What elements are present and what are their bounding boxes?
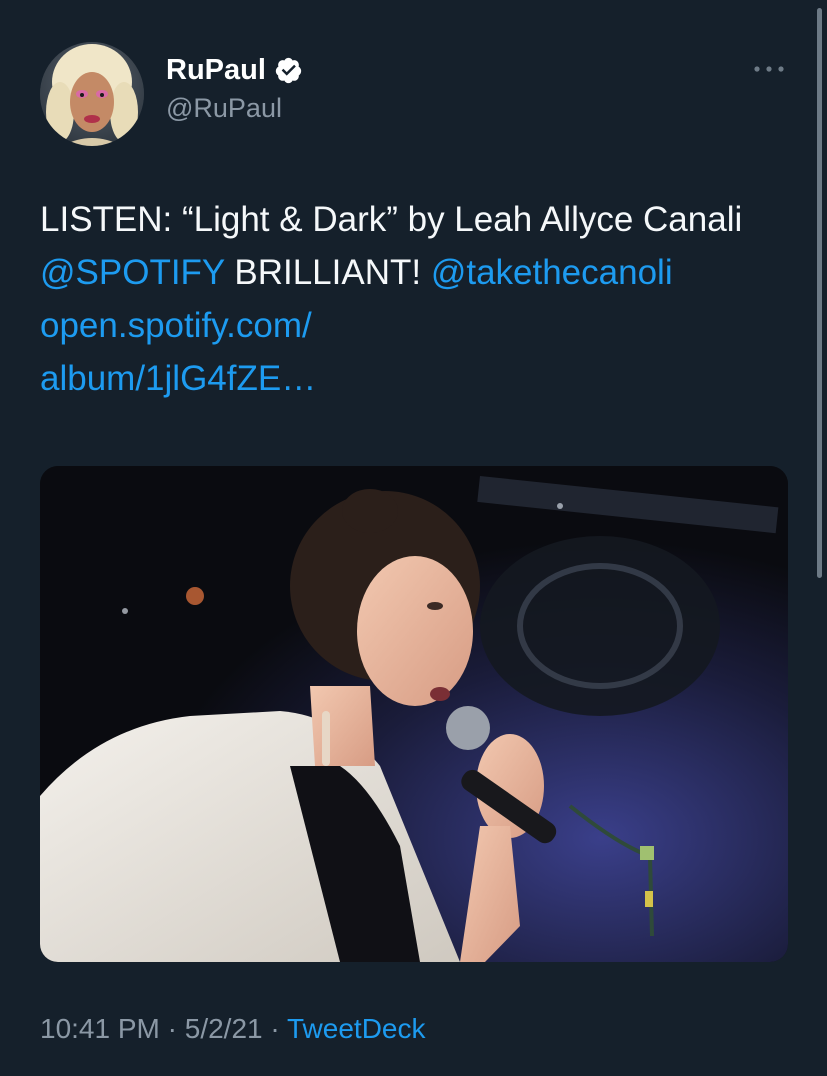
scrollbar-thumb[interactable] [817,8,822,578]
tweet-date[interactable]: 5/2/21 [185,1013,263,1044]
tweet-card: RuPaul @RuPaul LISTEN: “Light & Dark” by… [0,0,827,1076]
meta-separator-2: · [262,1013,287,1044]
author-display-name[interactable]: RuPaul [166,53,303,87]
tweet-text: LISTEN: “Light & Dark” by Leah Allyce Ca… [40,193,810,405]
meta-separator: · [159,1013,185,1044]
display-name-text[interactable]: RuPaul [166,53,266,87]
more-horizontal-icon [754,66,784,72]
spotify-album-link[interactable]: open.spotify.com/ album/1jlG4fZE… [40,306,316,398]
tweet-meta: 10:41 PM · 5/2/21 · TweetDeck [40,1011,426,1047]
tweet-source-link[interactable]: TweetDeck [287,1013,426,1044]
tweet-text-part2: BRILLIANT! [224,253,431,292]
mention-spotify-link[interactable]: @SPOTIFY [40,253,225,292]
verified-badge-icon [274,56,303,85]
more-options-button[interactable] [744,54,794,84]
tweet-photo[interactable] [40,466,788,962]
mention-takethecanoli-link[interactable]: @takethecanoli [431,253,673,292]
tweet-text-part1: LISTEN: “Light & Dark” by Leah Allyce Ca… [40,200,743,239]
avatar[interactable] [40,42,144,146]
tweet-time[interactable]: 10:41 PM [40,1013,160,1044]
author-handle[interactable]: @RuPaul [166,92,282,124]
